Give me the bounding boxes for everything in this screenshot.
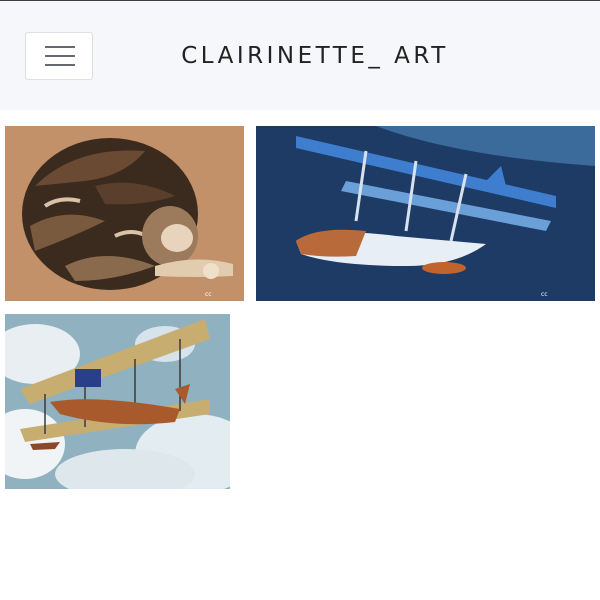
- hamburger-menu-icon-bar: [45, 64, 75, 66]
- watermark-text: cc: [541, 291, 548, 298]
- gallery-image-biplane[interactable]: [5, 314, 230, 489]
- watermark-text: cc: [205, 291, 212, 298]
- hamburger-menu-icon-bar: [45, 55, 75, 57]
- gallery-image-seaplane[interactable]: cc: [256, 126, 595, 301]
- hamburger-menu-icon: [45, 46, 75, 48]
- hamburger-menu-button[interactable]: [25, 32, 93, 80]
- site-title[interactable]: CLAIRINETTE_ ART: [150, 41, 480, 71]
- gallery-image-cat[interactable]: cc: [5, 126, 244, 301]
- site-header: CLAIRINETTE_ ART: [0, 1, 600, 110]
